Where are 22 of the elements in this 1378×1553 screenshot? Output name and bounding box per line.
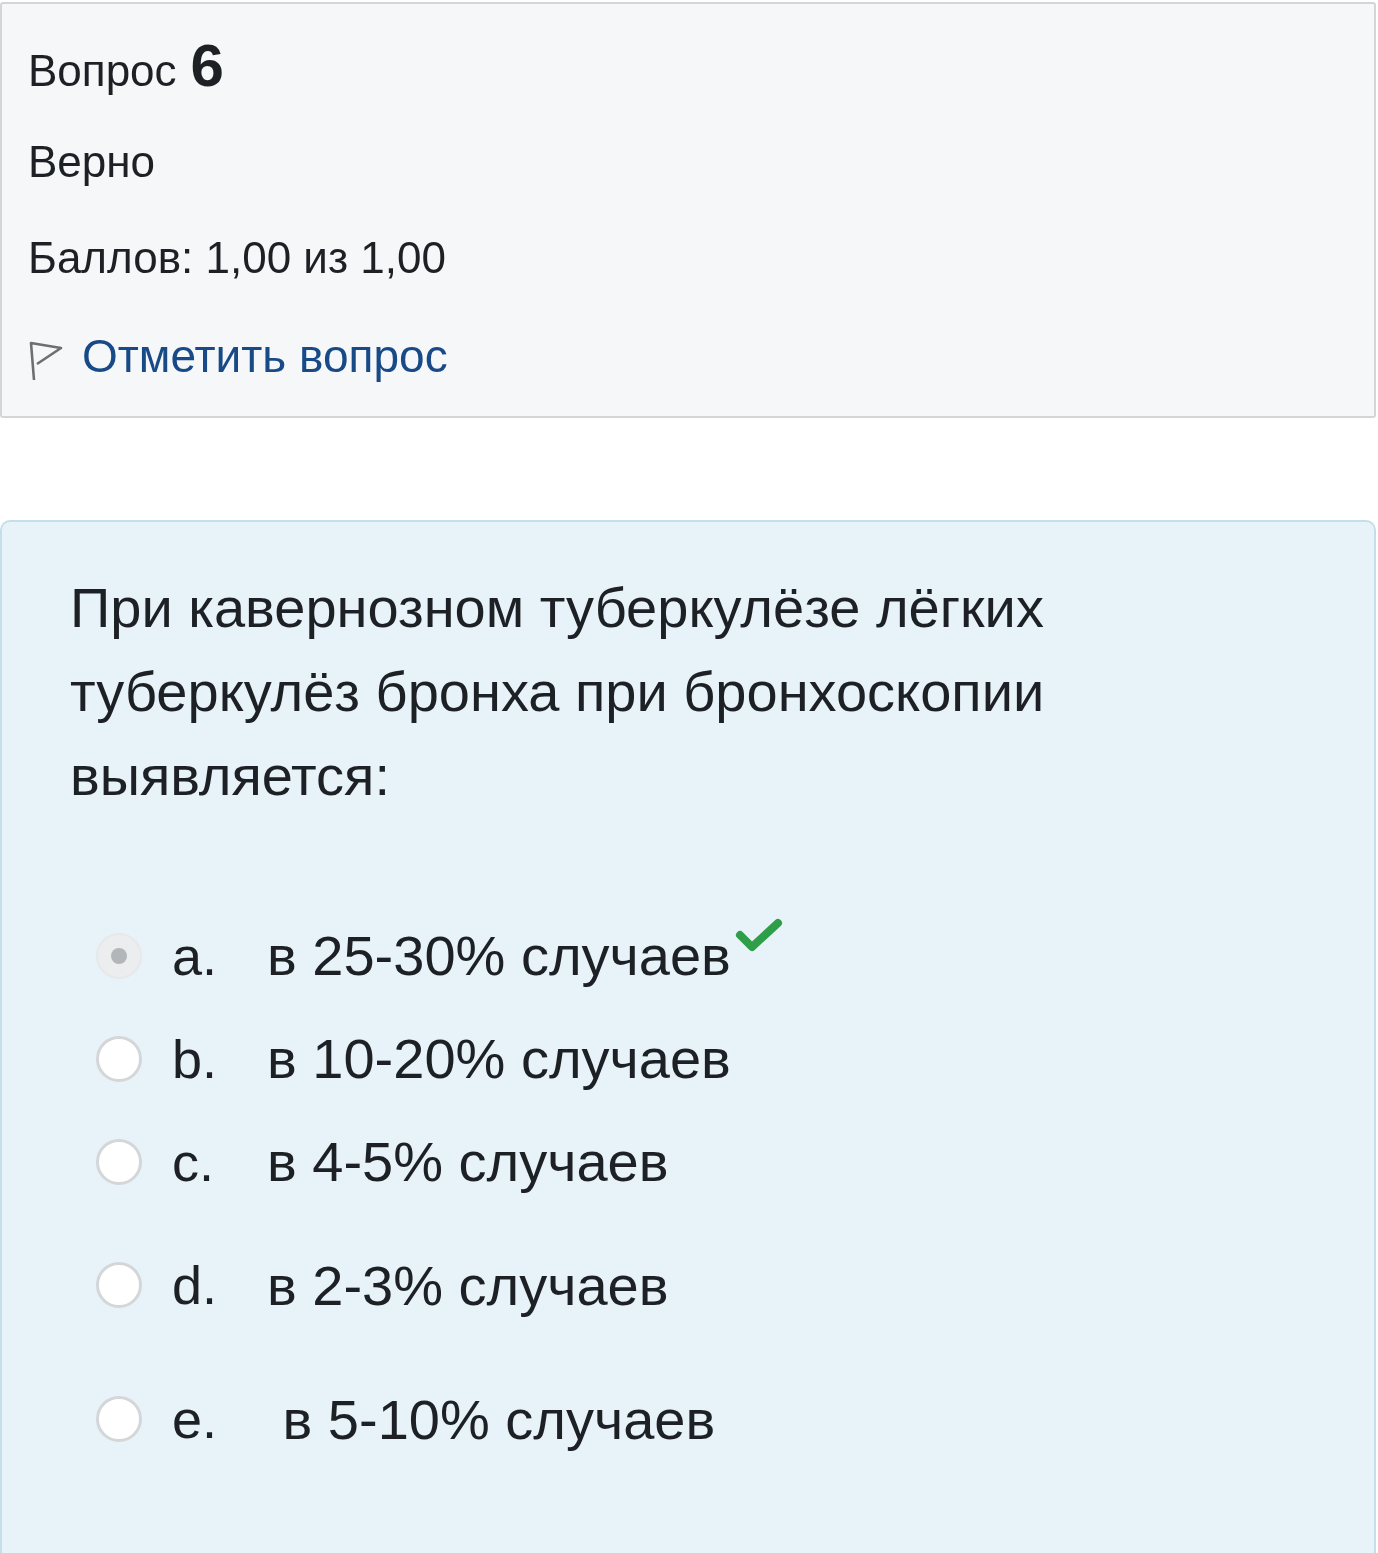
flag-icon[interactable] xyxy=(28,340,64,382)
question-number: 6 xyxy=(190,31,224,101)
radio-button[interactable] xyxy=(96,932,142,979)
radio-button[interactable] xyxy=(96,1396,142,1442)
answer-text[interactable]: в 2-3% случаев xyxy=(267,1252,669,1318)
answer-text[interactable]: в 5-10% случаев xyxy=(267,1386,716,1452)
answer-letter: b. xyxy=(172,1027,219,1090)
radio-button[interactable] xyxy=(96,1138,142,1185)
radio-button[interactable] xyxy=(96,1035,142,1082)
answer-letter: a. xyxy=(172,924,219,987)
answer-letter: c. xyxy=(172,1130,215,1193)
question-text: При кавернозном туберкулёзе лёгких туберкулёз бронха при бронхоскопии выявляется: xyxy=(70,575,1046,809)
flag-question-link[interactable]: Отметить вопрос xyxy=(82,329,448,383)
question-label: Вопрос xyxy=(28,45,177,97)
answer-text[interactable]: в 10-20% случаев xyxy=(267,1026,731,1091)
answer-status: Верно xyxy=(28,136,157,188)
answer-text[interactable]: в 4-5% случаев xyxy=(267,1129,669,1194)
answer-text[interactable]: в 25-30% случаев xyxy=(267,923,731,988)
answer-letter: d. xyxy=(172,1254,219,1316)
answer-letter: e. xyxy=(172,1388,219,1450)
grade-text: Баллов: 1,00 из 1,00 xyxy=(28,232,447,284)
radio-button[interactable] xyxy=(96,1262,142,1308)
